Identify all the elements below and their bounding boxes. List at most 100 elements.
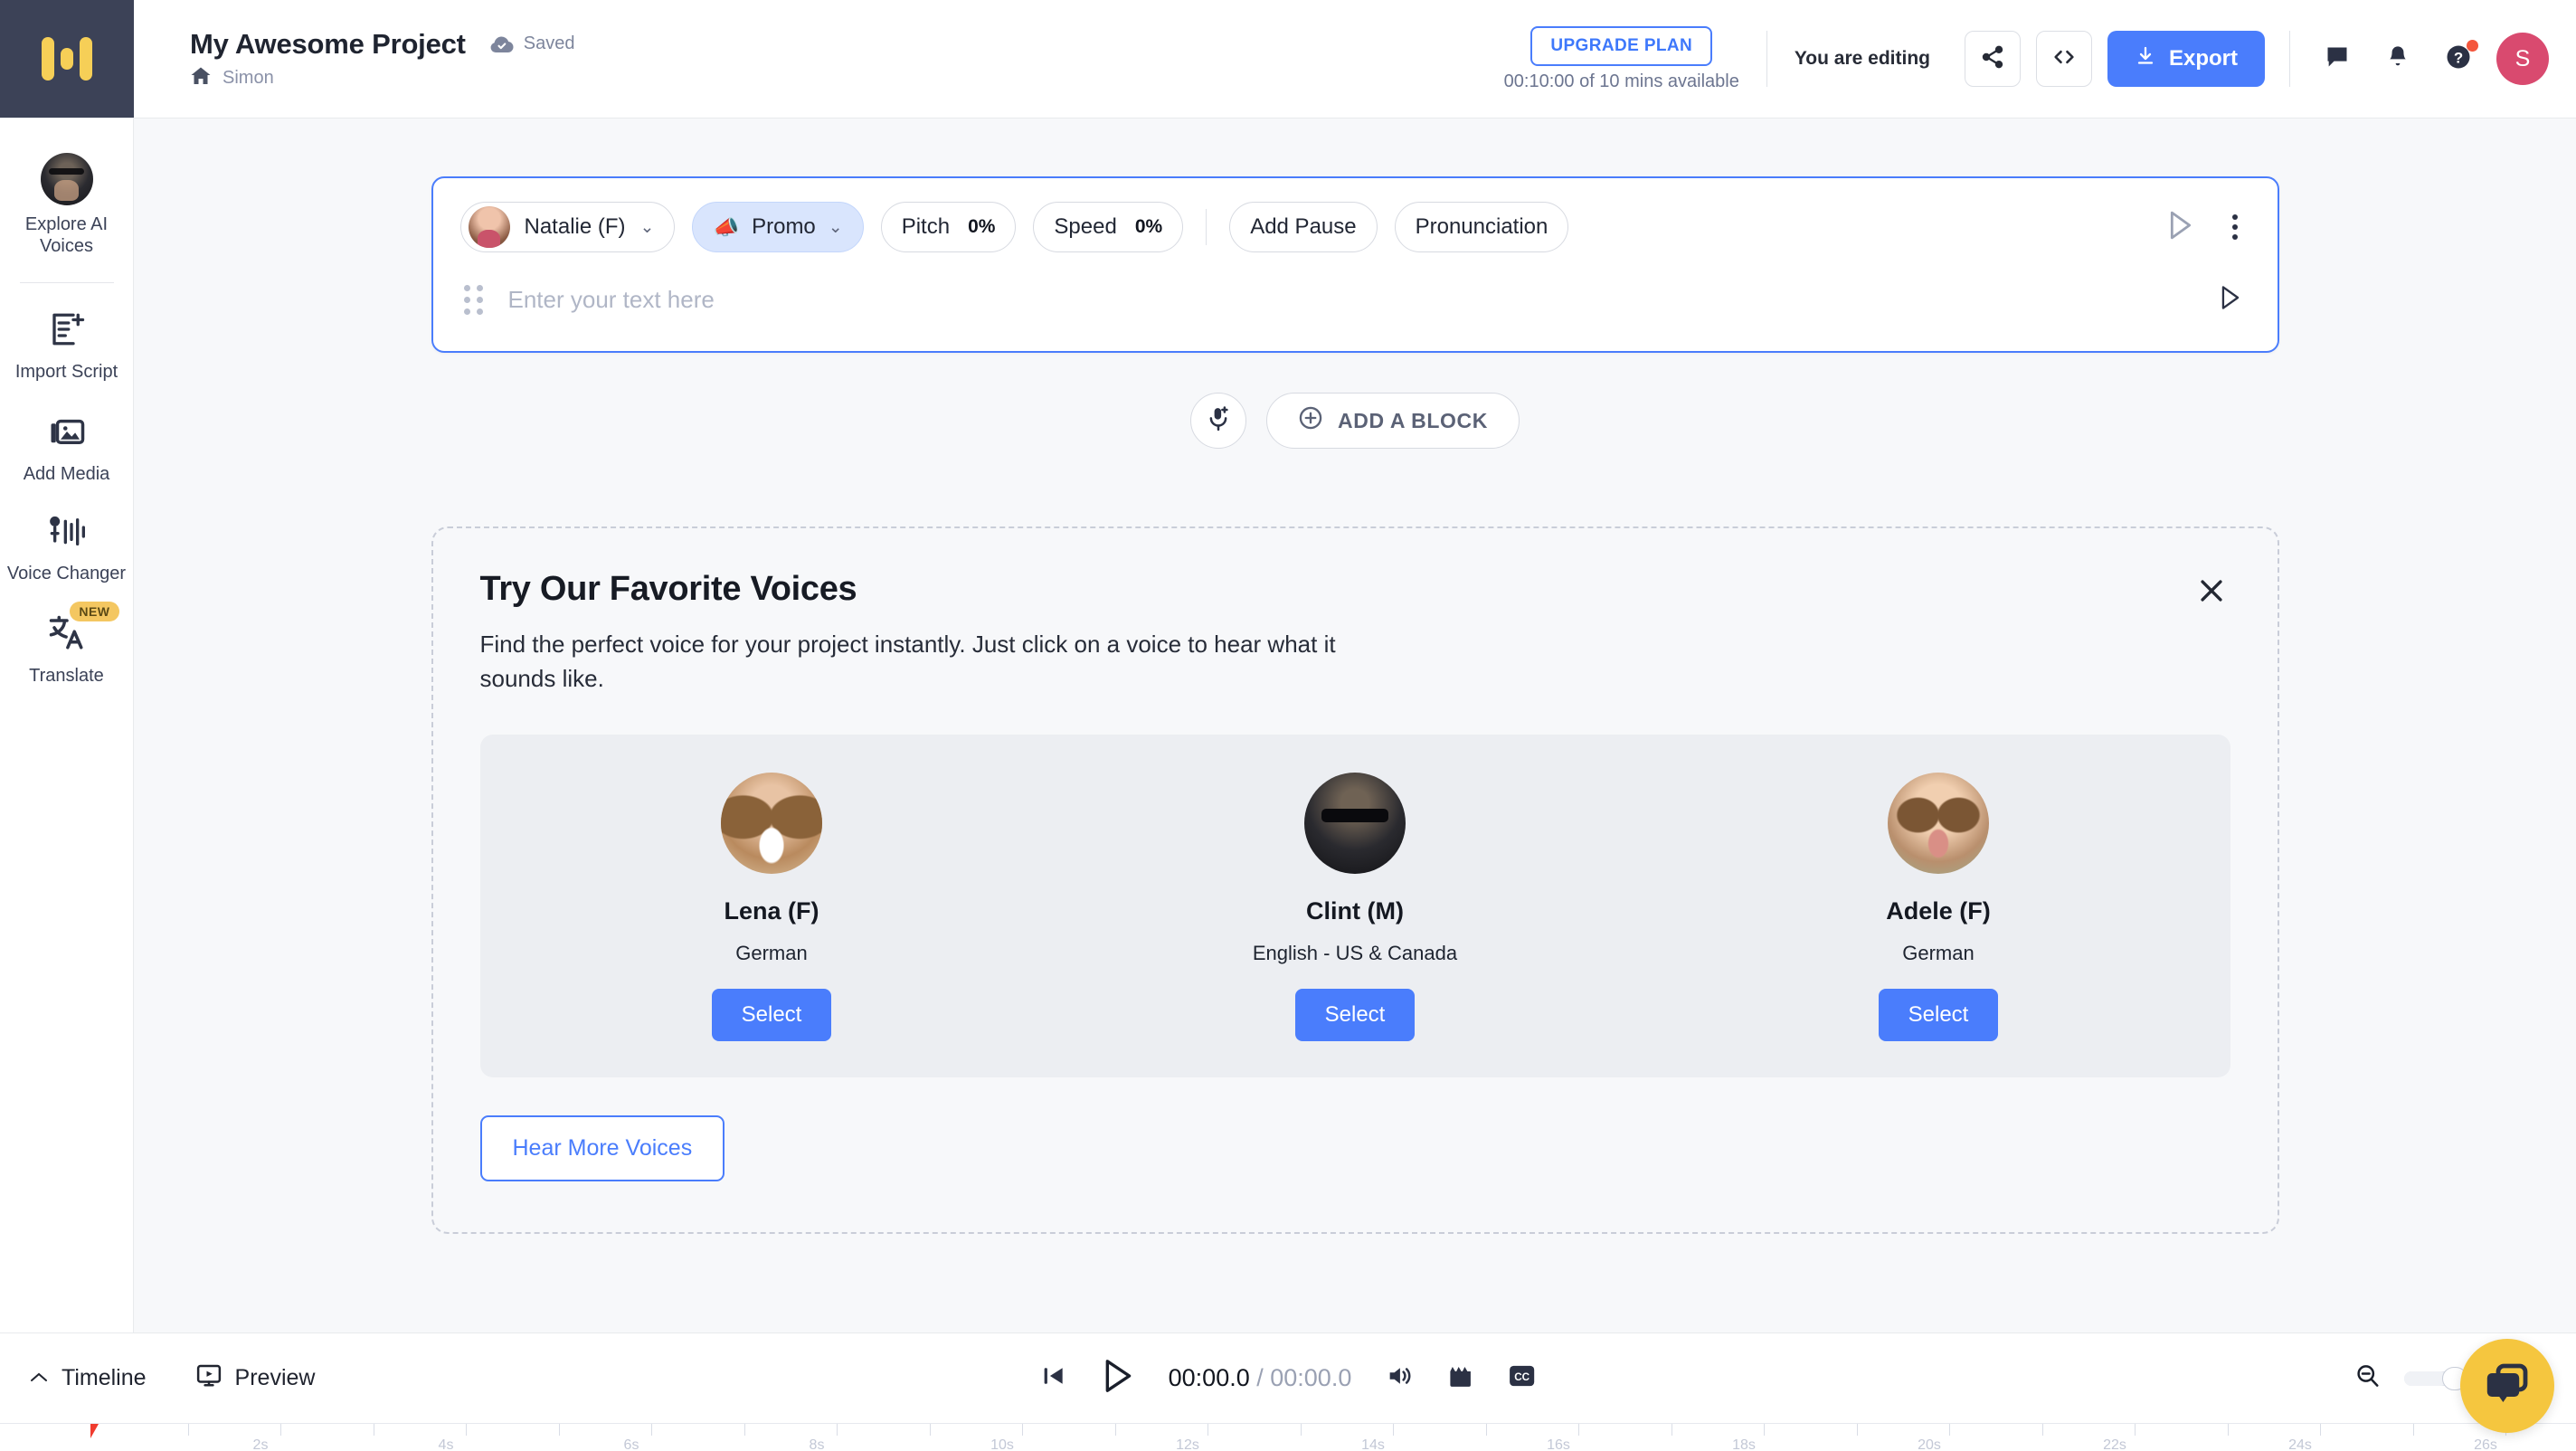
help-button[interactable]: ? [2436,36,2481,81]
speed-control[interactable]: Speed 0% [1033,202,1184,252]
block-text-row: Enter your text here [433,261,2278,351]
record-audio-button[interactable] [1190,393,1247,449]
ruler-tick [558,1424,560,1436]
add-block-row: ADD A BLOCK [431,393,2279,449]
ruler-label: 4s [438,1437,454,1451]
ruler-tick [1393,1424,1394,1436]
current-time: 00:00.0 [1168,1364,1250,1391]
ruler-label: 10s [990,1437,1014,1451]
pronunciation-button[interactable]: Pronunciation [1394,202,1569,252]
chat-widget-button[interactable] [2460,1339,2554,1433]
ruler-tick [2041,1424,2043,1436]
voice-selector[interactable]: Natalie (F) ⌄ [459,202,676,252]
speed-value: 0% [1134,216,1163,237]
style-label: Promo [752,214,816,239]
sidebar-item-add-media[interactable]: Add Media [0,398,134,500]
favorite-voices-panel: Try Our Favorite Voices Find the perfect… [431,526,2279,1234]
block-menu-icon[interactable] [2223,209,2247,245]
timeline-label: Timeline [62,1365,147,1390]
breadcrumb[interactable]: Simon [190,66,575,90]
ruler-tick [837,1424,838,1436]
add-block-label: ADD A BLOCK [1338,408,1488,432]
chevron-down-icon: ⌄ [828,217,843,237]
play-block-icon[interactable] [2165,209,2196,246]
pitch-control[interactable]: Pitch 0% [880,202,1017,252]
block-toolbar: Natalie (F) ⌄ 📣 Promo ⌄ Pitch 0% Speed 0… [433,178,2278,261]
captions-button[interactable]: CC [1507,1363,1536,1393]
style-selector[interactable]: 📣 Promo ⌄ [692,202,864,252]
left-sidebar: Explore AI Voices Import Script Add Medi… [0,119,134,1332]
share-button[interactable] [1964,31,2021,87]
footer-controls: Timeline Preview 00:00.0 / 00:00.0 CC [0,1333,2576,1423]
add-pause-button[interactable]: Add Pause [1229,202,1378,252]
ruler-tick [1578,1424,1579,1436]
skip-to-start-button[interactable] [1040,1362,1067,1394]
volume-button[interactable] [1384,1362,1413,1394]
playhead-marker[interactable] [90,1424,99,1438]
ruler-tick [1485,1424,1487,1436]
sidebar-item-import-script[interactable]: Import Script [0,296,134,398]
header-right: Export ? S [1930,0,2576,118]
hear-more-voices-button[interactable]: Hear More Voices [479,1114,725,1181]
total-time: 00:00.0 [1270,1364,1352,1391]
voice-card[interactable]: Adele (F) German Select [1647,772,2230,1041]
ruler-tick [1856,1424,1858,1436]
avatar[interactable]: S [2496,33,2549,85]
voice-card[interactable]: Clint (M) English - US & Canada Select [1064,772,1647,1041]
microphone-add-icon [1205,405,1232,437]
sidebar-item-label: Import Script [14,362,118,383]
ruler-label: 2s [252,1437,269,1451]
preview-button[interactable]: Preview [195,1361,315,1395]
voice-avatar-icon [40,153,93,205]
ruler-tick [466,1424,467,1436]
home-icon [190,66,212,90]
voice-card-name: Adele (F) [1886,896,1991,925]
favorites-title: Try Our Favorite Voices [479,570,857,608]
embed-code-button[interactable] [2035,31,2092,87]
sidebar-item-label: Translate [29,665,104,686]
timeline-toggle[interactable]: Timeline [29,1365,147,1391]
pitch-label: Pitch [901,214,951,239]
timeline-ruler[interactable]: 2s 4s 6s 8s 10s 12s 14s 16s 18s 20s 22s 24s 26s [0,1423,2576,1451]
drag-handle-icon[interactable] [460,281,487,318]
voice-card-name: Clint (M) [1306,896,1404,925]
select-voice-button[interactable]: Select [1294,988,1416,1041]
close-icon [2196,580,2227,610]
close-panel-button[interactable] [2196,575,2227,611]
sidebar-item-explore-ai-voices[interactable]: Explore AI Voices [0,138,134,271]
clapperboard-button[interactable] [1445,1362,1474,1394]
ruler-label: 16s [1547,1437,1570,1451]
upgrade-plan-button[interactable]: UPGRADE PLAN [1530,25,1713,66]
zoom-slider-fill [2404,1370,2448,1386]
script-text-input[interactable]: Enter your text here [508,286,2196,314]
voice-name-label: Natalie (F) [524,214,626,239]
sidebar-item-translate[interactable]: NEW Translate [0,600,134,702]
sidebar-divider [19,282,114,284]
play-button[interactable] [1100,1357,1136,1399]
editor-canvas: Natalie (F) ⌄ 📣 Promo ⌄ Pitch 0% Speed 0… [134,119,2576,1332]
play-line-icon[interactable] [2218,284,2250,316]
ruler-label: 22s [2103,1437,2126,1451]
notifications-button[interactable] [2375,36,2420,81]
comments-button[interactable] [2315,36,2360,81]
export-label: Export [2168,46,2238,71]
select-voice-button[interactable]: Select [1878,988,1999,1041]
export-button[interactable]: Export [2107,31,2265,87]
logo[interactable] [0,0,134,118]
app-header: My Awesome Project Saved Simon UPGRADE P… [0,0,2576,119]
plan-minutes-label: 00:10:00 of 10 mins available [1503,71,1739,91]
ruler-tick [2412,1424,2414,1436]
saved-status: Saved [489,33,575,54]
voice-card[interactable]: Lena (F) German Select [480,772,1064,1041]
plan-area: UPGRADE PLAN 00:10:00 of 10 mins availab… [1503,25,1739,92]
add-block-button[interactable]: ADD A BLOCK [1266,393,1520,449]
voice-card-grid: Lena (F) German Select Clint (M) English… [479,734,2230,1077]
saved-label: Saved [523,33,575,53]
comment-icon [2325,44,2350,74]
zoom-out-button[interactable] [2353,1362,2381,1394]
select-voice-button[interactable]: Select [711,988,832,1041]
playback-time: 00:00.0 / 00:00.0 [1169,1364,1352,1392]
ruler-tick [651,1424,652,1436]
voice-avatar-icon [468,206,510,248]
sidebar-item-voice-changer[interactable]: Voice Changer [0,499,134,600]
